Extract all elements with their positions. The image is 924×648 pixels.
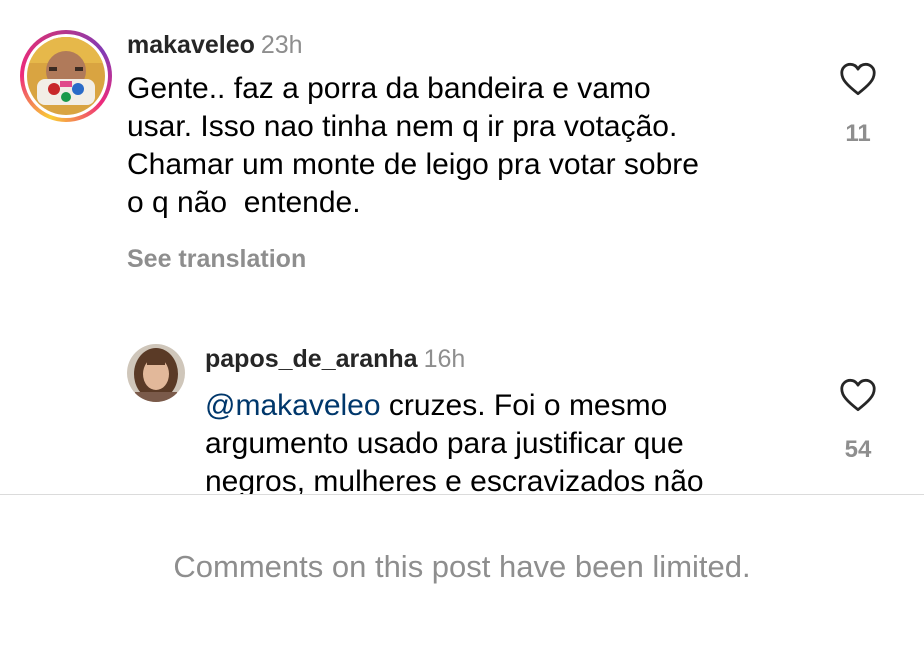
comment-text: Gente.. faz a porra da bandeira e vamo u…	[127, 70, 817, 222]
username[interactable]: papos_de_aranha	[205, 345, 418, 373]
avatar-story-ring[interactable]	[20, 30, 112, 122]
avatar[interactable]	[127, 344, 185, 402]
reply-text: @makaveleo cruzes. Foi o mesmo argumento…	[205, 387, 825, 494]
mention-link[interactable]: @makaveleo	[205, 389, 381, 422]
like-count: 54	[844, 436, 872, 463]
comment-item: makaveleo 23h Gente.. faz a porra da band…	[0, 0, 924, 300]
comment-line: Chamar um monte de leigo pra votar sobre	[127, 148, 699, 181]
comment-line: Gente.. faz a porra da bandeira e vamo	[127, 72, 651, 105]
timestamp: 16h	[423, 345, 466, 373]
comment-line: o q não entende.	[127, 186, 361, 219]
like-control: 54	[828, 378, 888, 464]
like-count: 11	[845, 120, 871, 147]
comment-line: @makaveleo cruzes. Foi o mesmo	[205, 387, 825, 425]
comments-limited-notice: Comments on this post have been limited.	[173, 549, 751, 584]
comments-limited-footer: Comments on this post have been limited.	[0, 494, 924, 648]
comment-line-text: cruzes. Foi o mesmo	[380, 389, 668, 422]
username[interactable]: makaveleo	[127, 31, 255, 59]
comment-header: makaveleo 23h	[127, 30, 303, 60]
reply-header: papos_de_aranha 16h	[205, 344, 465, 374]
comment-line: argumento usado para justificar que	[205, 427, 684, 460]
comment-line: negros, mulheres e escravizados não	[205, 465, 704, 494]
avatar-image-icon	[127, 344, 185, 402]
see-translation-link[interactable]: See translation	[127, 244, 306, 274]
heart-outline-icon[interactable]	[839, 378, 877, 412]
timestamp: 23h	[260, 31, 303, 59]
heart-outline-icon[interactable]	[839, 62, 877, 96]
reply-item: papos_de_aranha 16h @makaveleo cruzes. Fo…	[0, 320, 924, 494]
like-control: 11	[828, 62, 888, 148]
avatar	[27, 37, 105, 115]
comment-line: usar. Isso nao tinha nem q ir pra votaçã…	[127, 110, 678, 143]
avatar-image-icon	[27, 37, 105, 115]
